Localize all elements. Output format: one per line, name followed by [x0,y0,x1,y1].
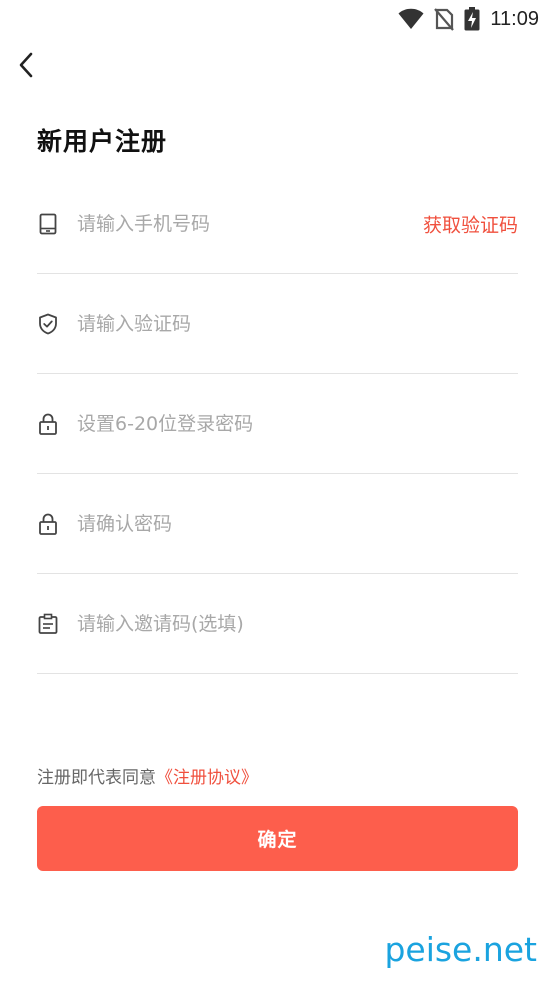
verification-code-input[interactable] [77,307,377,340]
lock-icon [37,512,59,536]
lock-icon [37,412,59,436]
phone-input[interactable] [77,207,377,240]
status-bar: 11:09 [0,0,553,38]
confirm-button[interactable]: 确定 [37,806,518,871]
confirm-password-input[interactable] [77,507,377,540]
code-row [37,274,518,374]
no-sim-icon [434,7,455,31]
shield-check-icon [37,312,59,336]
invite-code-input[interactable] [77,607,377,640]
agreement-text: 注册即代表同意《注册协议》 [37,763,258,788]
battery-charging-icon [464,7,480,31]
invite-row [37,574,518,674]
chevron-left-icon [18,52,34,82]
phone-row: 获取验证码 [37,174,518,274]
confirm-password-row [37,474,518,574]
status-icons: 11:09 [398,6,539,32]
password-input[interactable] [77,407,377,440]
agreement-link[interactable]: 《注册协议》 [156,768,258,788]
status-time: 11:09 [490,7,539,30]
password-row [37,374,518,474]
get-code-button[interactable]: 获取验证码 [423,210,518,237]
back-button[interactable] [12,52,40,82]
clipboard-id-icon [37,612,59,636]
agreement-prefix: 注册即代表同意 [37,768,156,788]
phone-icon [37,212,59,236]
page-title: 新用户注册 [37,127,168,156]
watermark: peise.net [384,930,537,969]
wifi-icon [398,8,424,30]
